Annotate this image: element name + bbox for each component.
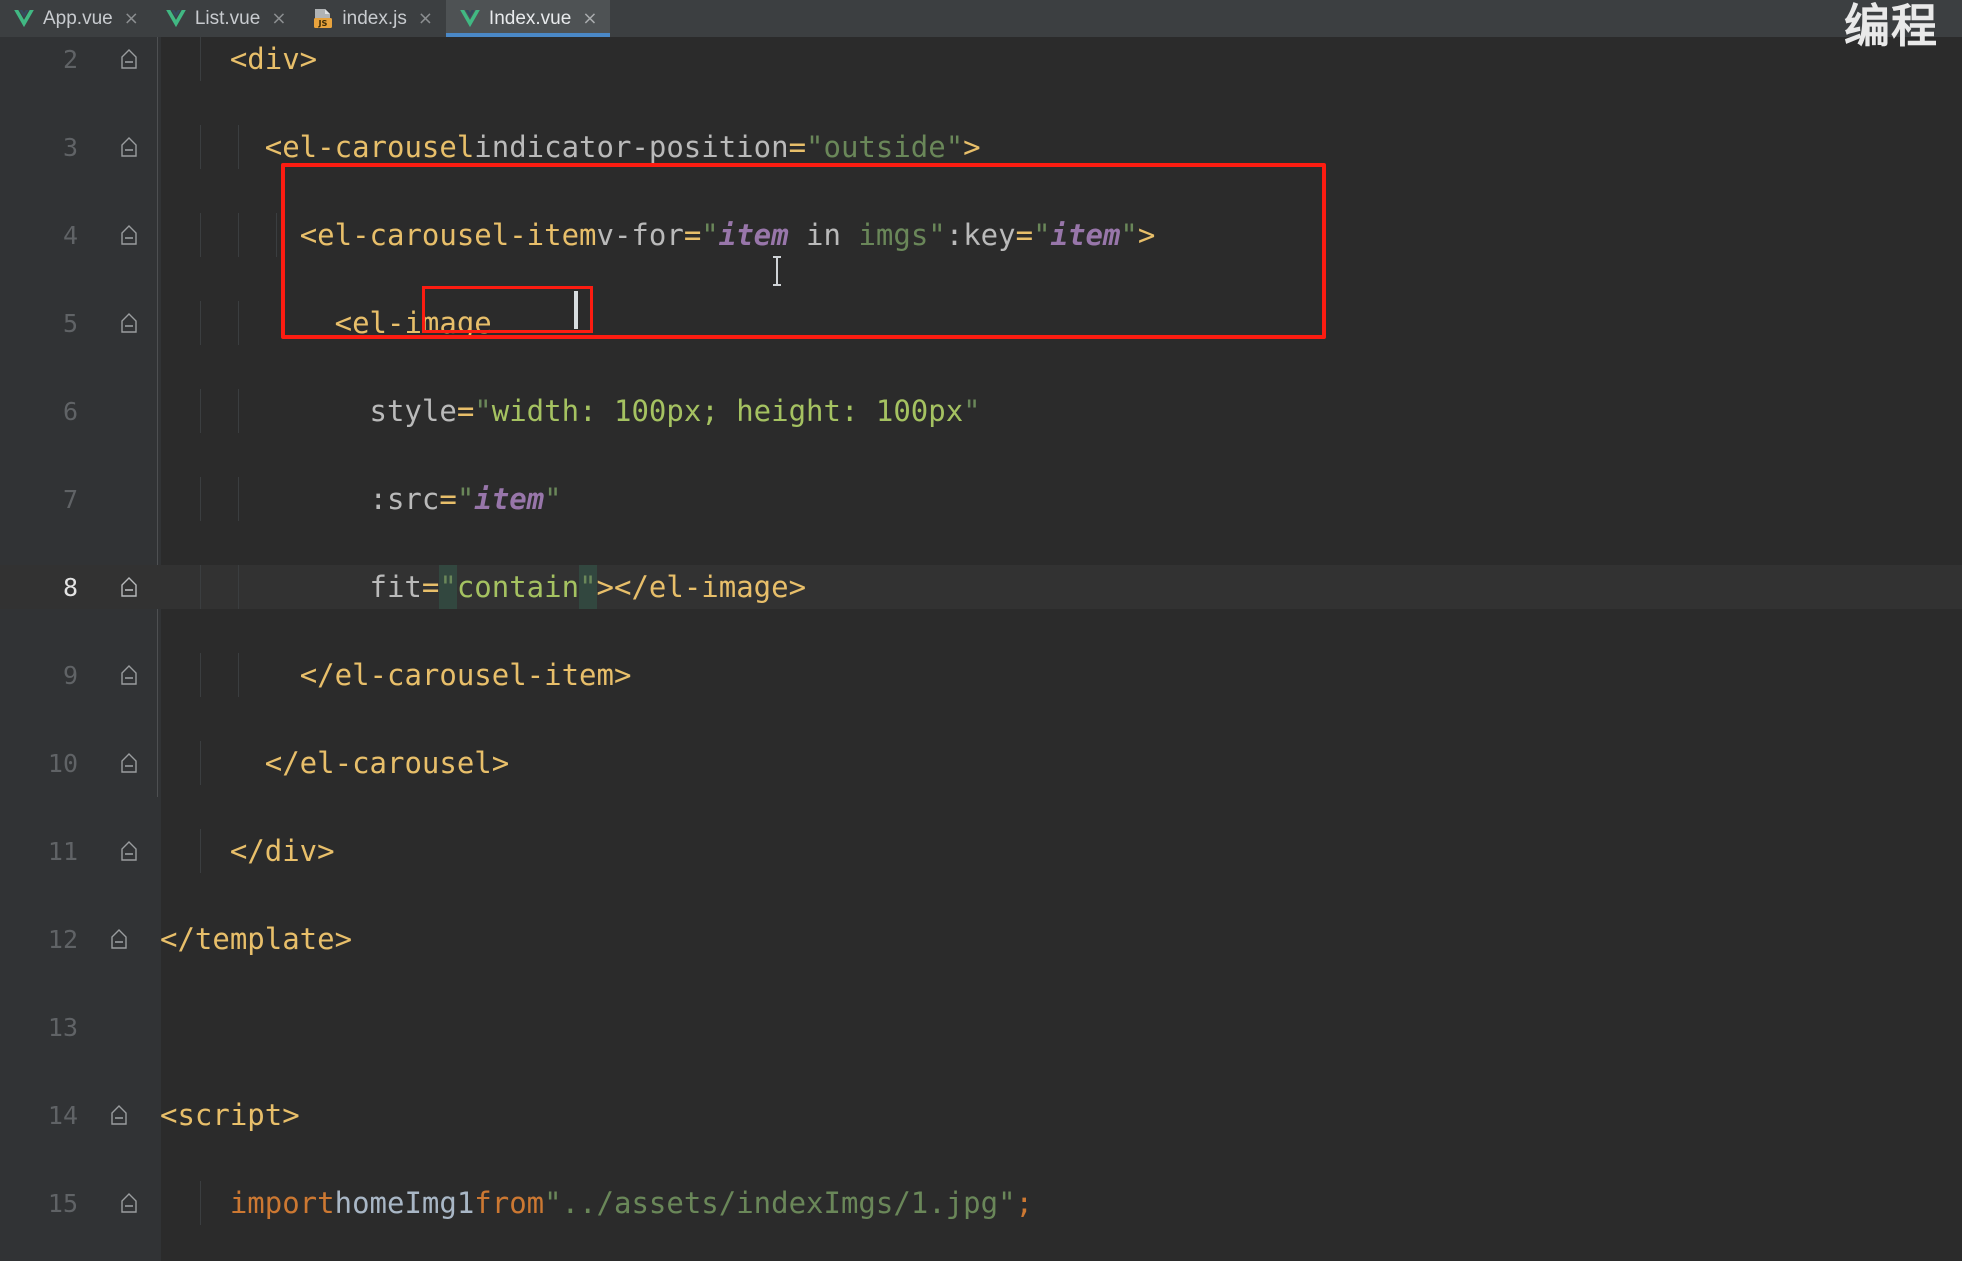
code-row[interactable]: 6 style = " width: 100px; height: 100px " [0, 389, 1962, 433]
js-file-icon: JS [313, 8, 333, 30]
code-row[interactable]: 13 [0, 1005, 1962, 1049]
fold-marker-7 [98, 477, 160, 521]
code-text: </template> [160, 922, 353, 956]
text-caret [574, 291, 578, 329]
line-number: 3 [62, 132, 78, 162]
fold-marker-10[interactable] [98, 741, 160, 785]
code-row[interactable]: 11 </div> [0, 829, 1962, 873]
code-row[interactable]: 15 import homeImg1 from "../assets/index… [0, 1181, 1962, 1225]
code-row[interactable]: 12 </template> [0, 917, 1962, 961]
line-number: 6 [62, 396, 78, 426]
code-row-current[interactable]: 8 fit = " contain " ></el-image> [0, 565, 1962, 609]
code-text: <el-carousel-item v-for = " item in imgs" :… [299, 218, 1156, 252]
fold-marker-9[interactable] [98, 653, 160, 697]
line-number: 10 [47, 748, 78, 778]
fold-marker-13 [98, 1005, 160, 1049]
collapse-icon[interactable] [118, 838, 140, 864]
code-row[interactable]: 2 <div> [0, 37, 1962, 81]
code-text: :src = " item " [369, 482, 562, 516]
editor-tab-bar: App.vue × List.vue × JS index.js × Index… [0, 0, 1962, 37]
code-text: import homeImg1 from "../assets/indexImg… [229, 1186, 1034, 1220]
code-lines: 2 <div> 3 <el-carousel indicator-positio… [0, 37, 1962, 1225]
vue-file-icon [166, 8, 186, 30]
fold-marker-2[interactable] [98, 37, 160, 81]
selected-attribute-value[interactable]: contain [457, 565, 579, 609]
tab-label: App.vue [43, 7, 113, 29]
tab-label: index.js [342, 7, 407, 29]
line-number: 4 [62, 220, 78, 250]
tab-index-vue[interactable]: Index.vue × [445, 0, 611, 37]
line-number: 15 [47, 1188, 78, 1218]
code-text: <el-carousel indicator-position = "outside… [264, 130, 981, 164]
tab-list-vue[interactable]: List.vue × [151, 0, 300, 37]
fold-marker-8[interactable] [98, 565, 160, 609]
watermark-text: 编程 [1844, 2, 1938, 51]
svg-text:JS: JS [318, 18, 328, 28]
line-number: 12 [47, 924, 78, 954]
close-icon[interactable]: × [582, 9, 597, 28]
tab-label: List.vue [194, 7, 261, 29]
vue-file-icon [14, 8, 34, 30]
code-text: </el-carousel-item> [299, 658, 632, 692]
collapse-icon[interactable] [118, 46, 140, 72]
code-row[interactable]: 9 </el-carousel-item> [0, 653, 1962, 697]
tab-app-vue[interactable]: App.vue × [0, 0, 152, 37]
line-number: 13 [47, 1012, 78, 1042]
collapse-icon[interactable] [108, 1102, 130, 1128]
mouse-ibeam-cursor [770, 254, 784, 292]
collapse-icon[interactable] [118, 310, 140, 336]
code-text: fit = " contain " ></el-image> [160, 565, 806, 609]
collapse-icon[interactable] [118, 222, 140, 248]
code-text: <script> [160, 1098, 300, 1132]
close-icon[interactable]: × [124, 9, 139, 28]
code-text: </div> [229, 834, 335, 868]
code-row[interactable]: 14 <script> [0, 1093, 1962, 1137]
code-text: </el-carousel> [264, 746, 510, 780]
line-number: 11 [47, 836, 78, 866]
code-row[interactable]: 10 </el-carousel> [0, 741, 1962, 785]
code-row[interactable]: 3 <el-carousel indicator-position = "outsi… [0, 125, 1962, 169]
close-icon[interactable]: × [418, 9, 433, 28]
collapse-icon[interactable] [118, 662, 140, 688]
line-number: 2 [62, 44, 78, 74]
code-editor[interactable]: 2 <div> 3 <el-carousel indicator-positio… [0, 37, 1962, 1261]
code-text: style = " width: 100px; height: 100px " [369, 394, 981, 428]
fold-marker-11[interactable] [98, 829, 160, 873]
line-number: 7 [62, 484, 78, 514]
vue-file-icon [460, 8, 480, 30]
code-text: <div> [229, 42, 318, 76]
code-row[interactable]: 7 :src = " item " [0, 477, 1962, 521]
fold-marker-4[interactable] [98, 213, 160, 257]
line-number: 9 [62, 660, 78, 690]
line-number: 14 [47, 1100, 78, 1130]
fold-marker-3[interactable] [98, 125, 160, 169]
line-number: 5 [62, 308, 78, 338]
collapse-icon[interactable] [108, 926, 130, 952]
close-icon[interactable]: × [271, 9, 286, 28]
fold-marker-14[interactable] [88, 1093, 150, 1137]
collapse-icon[interactable] [118, 750, 140, 776]
code-row[interactable]: 5 <el-image [0, 301, 1962, 345]
code-text: <el-image [334, 306, 492, 340]
fold-marker-5[interactable] [98, 301, 160, 345]
tab-label: Index.vue [488, 7, 572, 29]
tab-index-js[interactable]: JS index.js × [299, 0, 446, 37]
fold-marker-12[interactable] [88, 917, 150, 961]
collapse-icon[interactable] [118, 574, 140, 600]
collapse-icon[interactable] [118, 1190, 140, 1216]
fold-marker-6 [98, 389, 160, 433]
code-row[interactable]: 4 <el-carousel-item v-for = " item in imgs"… [0, 213, 1962, 257]
fold-marker-15[interactable] [98, 1181, 160, 1225]
collapse-icon[interactable] [118, 134, 140, 160]
line-number: 8 [62, 572, 78, 602]
